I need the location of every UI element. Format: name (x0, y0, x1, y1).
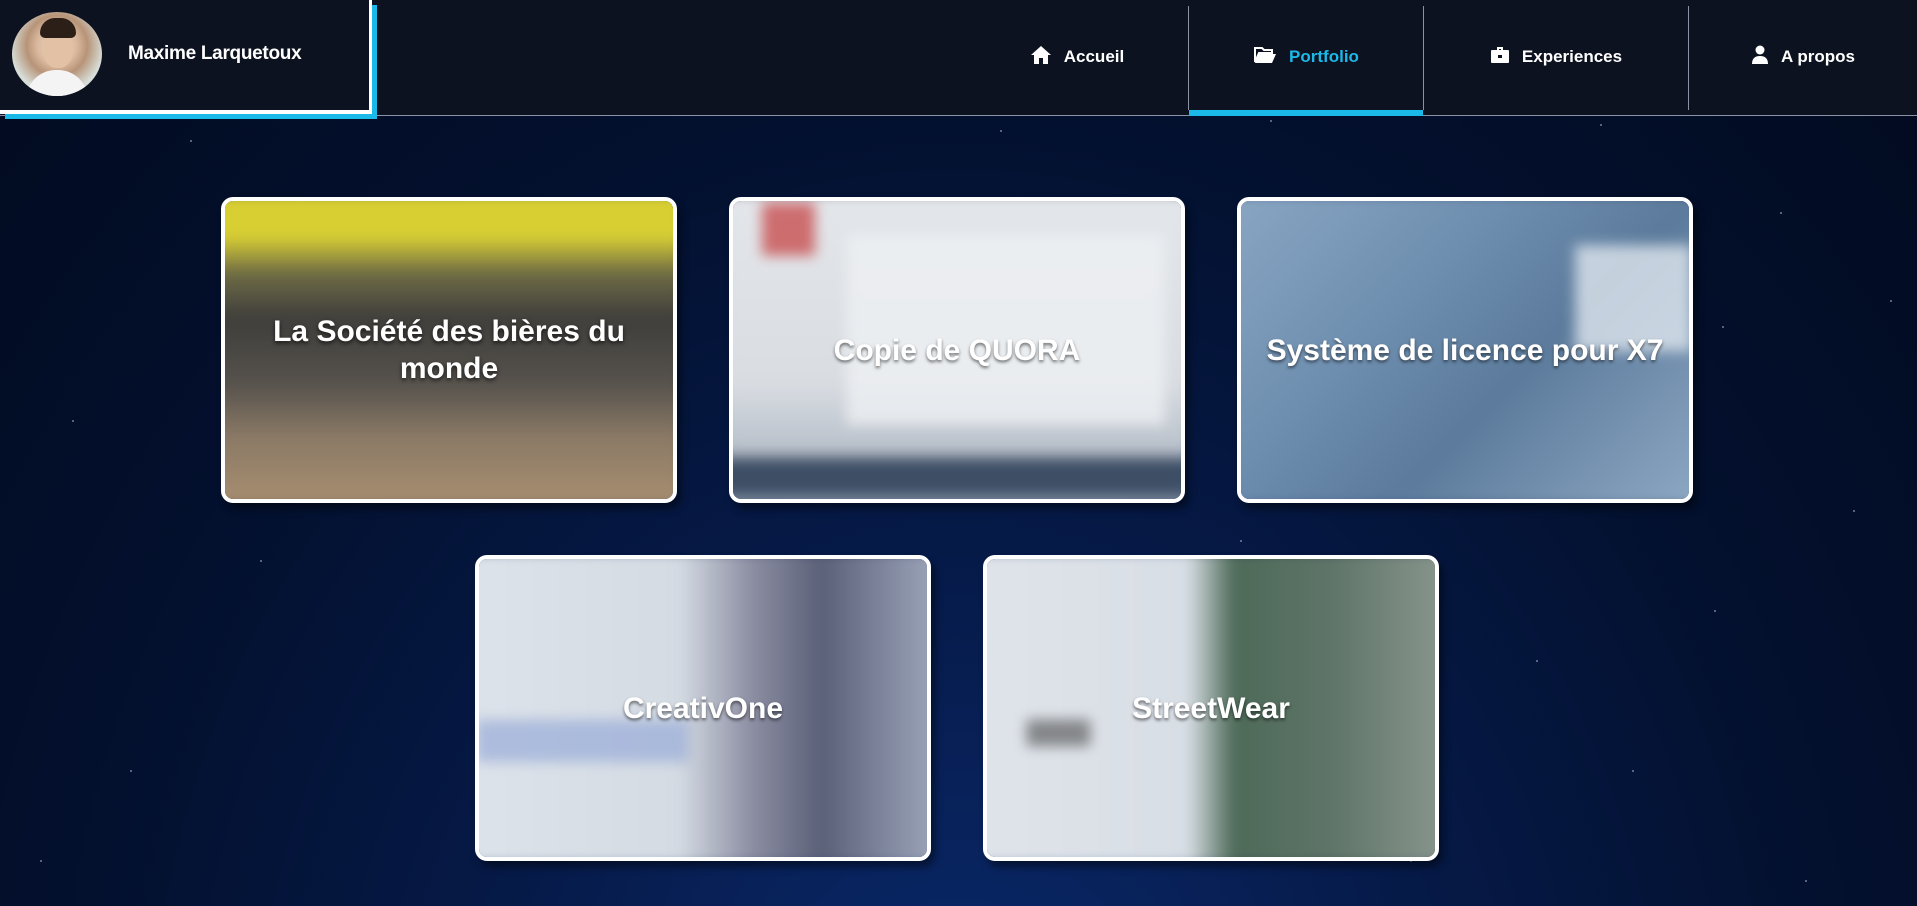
nav-experiences-label: Experiences (1521, 47, 1623, 66)
top-navigation-bar: Maxime Larquetoux Accueil Portfolio Expe… (0, 0, 1917, 116)
project-card[interactable]: Système de licence pour X7 (1237, 197, 1693, 503)
nav-accueil-label: Accueil (1063, 47, 1125, 66)
project-title: StreetWear (1132, 691, 1290, 725)
nav-accueil[interactable]: Accueil (966, 0, 1188, 114)
user-icon (1751, 45, 1781, 70)
project-card[interactable]: Copie de QUORA (729, 197, 1185, 503)
avatar (12, 12, 102, 96)
profile-name: Maxime Larquetoux (128, 43, 302, 64)
nav-portfolio-label: Portfolio (1289, 47, 1359, 66)
nav-a-propos-label: A propos (1781, 47, 1855, 66)
profile-header[interactable]: Maxime Larquetoux (0, 0, 372, 114)
project-title: CreativOne (622, 691, 784, 725)
project-title: Système de licence pour X7 (1266, 333, 1664, 367)
project-title: La Société des bières du monde (273, 315, 625, 385)
project-card[interactable]: CreativOne (475, 555, 931, 861)
folder-open-icon (1253, 46, 1289, 69)
project-title: Copie de QUORA (833, 333, 1081, 367)
home-icon (1030, 45, 1064, 70)
nav-portfolio[interactable]: Portfolio (1189, 0, 1423, 116)
project-card[interactable]: La Société des bières du monde (221, 197, 677, 503)
project-card[interactable]: StreetWear (983, 555, 1439, 861)
briefcase-icon (1490, 46, 1522, 69)
nav-a-propos[interactable]: A propos (1689, 0, 1917, 114)
nav-experiences[interactable]: Experiences (1424, 0, 1688, 114)
